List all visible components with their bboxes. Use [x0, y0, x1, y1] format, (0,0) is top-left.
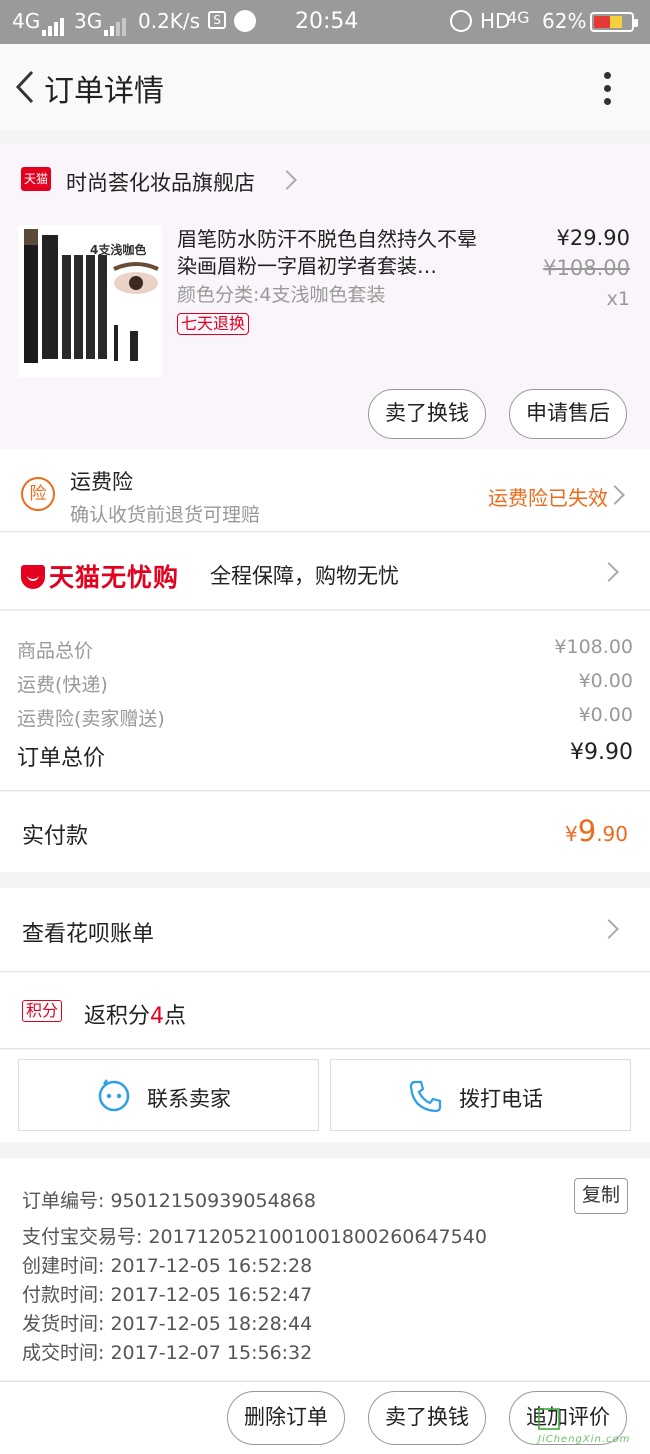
delete-order-button[interactable]: 删除订单	[227, 1391, 345, 1445]
watermark-logo: JiChengXin.com	[532, 1404, 644, 1450]
hd-label: HD	[480, 9, 511, 33]
app-notify-icon	[234, 10, 256, 32]
cost-label: 运费(快递)	[17, 674, 108, 696]
wuyou-slogan: 全程保障，购物无忧	[210, 564, 399, 588]
alipay-trade-number: 支付宝交易号: 2017120521001001800260647540	[22, 1226, 487, 1248]
network-label-2: 3G	[74, 9, 103, 33]
product-thumbnail[interactable]: 4支浅咖色	[18, 225, 162, 377]
contact-seller-label: 联系卖家	[147, 1087, 231, 1111]
nav-bar: 订单详情	[0, 44, 650, 130]
copy-button[interactable]: 复制	[574, 1178, 628, 1214]
more-menu-icon[interactable]	[592, 68, 622, 108]
product-name[interactable]: 眉笔防水防汗不脱色自然持久不晕染画眉粉一字眉初学者套装…	[177, 226, 487, 280]
completed-time: 成交时间: 2017-12-07 15:56:32	[22, 1342, 313, 1364]
created-time: 创建时间: 2017-12-05 16:52:28	[22, 1255, 313, 1277]
call-phone-label: 拨打电话	[459, 1087, 543, 1111]
insurance-badge-icon: 险	[21, 477, 55, 511]
paid-amount: ¥9.90	[565, 814, 628, 848]
battery-percent: 62%	[542, 9, 587, 33]
original-price: ¥108.00	[543, 256, 630, 280]
signal-icon-2	[102, 12, 126, 36]
network-label-3: 4G	[507, 8, 530, 27]
order-number: 订单编号: 95012150939054868	[22, 1190, 316, 1212]
chevron-right-icon	[277, 170, 297, 190]
alarm-icon	[450, 10, 472, 32]
sell-for-cash-button[interactable]: 卖了换钱	[368, 1391, 486, 1445]
thumbnail-caption: 4支浅咖色	[90, 243, 147, 257]
points-badge-icon: 积分	[22, 1000, 63, 1022]
tmall-wuyou-brand: 天猫无忧购	[49, 563, 180, 592]
refund-badge: 七天退换	[177, 313, 250, 335]
contact-seller-button[interactable]: 联系卖家	[18, 1059, 319, 1131]
store-name[interactable]: 时尚荟化妆品旗舰店	[66, 167, 255, 197]
paid-row	[0, 792, 650, 872]
network-label-1: 4G	[12, 9, 41, 33]
insurance-title: 运费险	[70, 470, 133, 494]
net-speed: 0.2K/s	[138, 9, 201, 33]
shipped-time: 发货时间: 2017-12-05 18:28:44	[22, 1313, 313, 1335]
cost-label: 运费险(卖家赠送)	[17, 708, 165, 730]
battery-icon	[590, 12, 638, 32]
tmall-wuyou-logo: 天猫无忧购	[21, 558, 179, 594]
status-bar: 4G 3G 0.2K/s S 20:54 HD 4G 62%	[0, 0, 650, 44]
phone-icon	[409, 1080, 442, 1113]
page-title: 订单详情	[44, 74, 164, 109]
order-total-label: 订单总价	[17, 746, 106, 771]
order-total-value: ¥9.90	[570, 740, 633, 765]
after-sale-button[interactable]: 申请售后	[509, 389, 627, 439]
back-arrow-icon[interactable]	[10, 66, 46, 108]
cost-value: ¥0.00	[578, 704, 633, 726]
huabei-label[interactable]: 查看花呗账单	[22, 916, 154, 948]
points-text: 返积分4点	[84, 1004, 187, 1029]
cost-value: ¥108.00	[554, 636, 633, 658]
sim-icon: S	[208, 11, 226, 29]
paid-time: 付款时间: 2017-12-05 16:52:47	[22, 1284, 313, 1306]
cost-label: 商品总价	[17, 640, 94, 662]
signal-icon	[40, 12, 64, 36]
clock: 20:54	[295, 9, 359, 34]
store-row[interactable]: 天猫 时尚荟化妆品旗舰店	[0, 143, 650, 213]
tmall-shield-icon	[21, 565, 45, 589]
call-phone-button[interactable]: 拨打电话	[330, 1059, 631, 1131]
insurance-status: 运费险已失效	[488, 486, 608, 510]
product-price: ¥29.90	[556, 226, 630, 250]
insurance-subtitle: 确认收货前退货可理赔	[70, 504, 261, 526]
cost-value: ¥0.00	[578, 670, 633, 692]
sell-for-cash-button[interactable]: 卖了换钱	[368, 389, 486, 439]
paid-label: 实付款	[22, 824, 89, 849]
product-spec: 颜色分类:4支浅咖色套装	[177, 284, 386, 306]
product-qty: x1	[606, 288, 630, 310]
tmall-logo-icon: 天猫	[21, 167, 51, 191]
chat-bubble-icon	[98, 1079, 130, 1112]
